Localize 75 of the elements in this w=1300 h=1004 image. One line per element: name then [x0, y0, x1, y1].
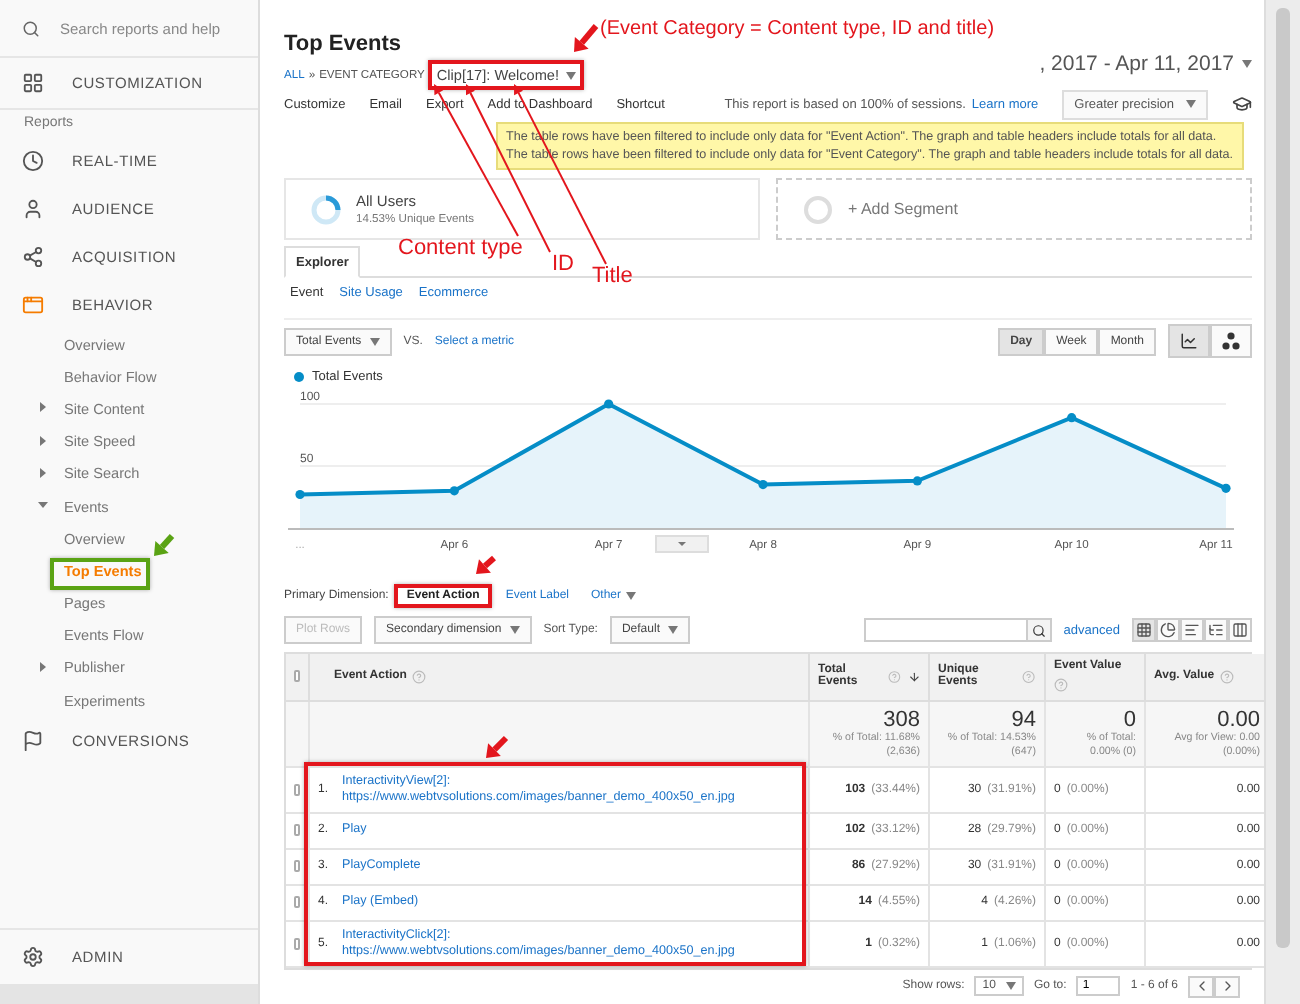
- help-icon[interactable]: [888, 669, 902, 684]
- pivot-view-button[interactable]: [1228, 618, 1252, 643]
- graduation-cap-icon[interactable]: [1232, 94, 1252, 115]
- caret-icon[interactable]: [38, 467, 48, 478]
- add-segment-card[interactable]: + Add Segment: [776, 178, 1252, 241]
- caret-icon: [667, 626, 678, 635]
- data-point: [295, 490, 305, 501]
- annotation-label: ID: [552, 254, 574, 276]
- bars-icon: [1184, 622, 1200, 639]
- total-value: 0: [1123, 708, 1136, 733]
- total-value: 308: [883, 708, 920, 733]
- table-view-button[interactable]: [1132, 618, 1156, 643]
- search-icon: [1031, 623, 1046, 638]
- caret-icon[interactable]: [38, 499, 48, 510]
- help-icon[interactable]: [1022, 669, 1036, 684]
- annotation-label: Title: [592, 266, 633, 288]
- callout-arrow: [486, 735, 509, 758]
- callout-arrow: [154, 534, 175, 556]
- annotation-text: (Event Category = Content type, ID and title): [600, 20, 995, 40]
- caret-icon: [565, 71, 576, 79]
- sort-arrow-icon: [907, 669, 920, 684]
- grid-icon: [1136, 622, 1152, 639]
- row-checkbox[interactable]: [294, 860, 300, 873]
- caret-icon: [1186, 100, 1196, 109]
- data-point: [1067, 413, 1077, 424]
- row-checkbox[interactable]: [294, 896, 300, 909]
- line-chart-button[interactable]: [1168, 324, 1210, 359]
- data-point: [604, 400, 614, 410]
- help-icon[interactable]: [1220, 669, 1235, 684]
- caret-icon[interactable]: [38, 661, 48, 672]
- dashboard-icon: [22, 72, 44, 94]
- settings-icon: [22, 946, 44, 968]
- line-chart-icon: [1180, 332, 1198, 351]
- data-point: [758, 480, 768, 491]
- list-tree-icon: [1208, 622, 1224, 639]
- add-segment-label: + Add Segment: [848, 200, 958, 219]
- resize-handle[interactable]: [655, 535, 709, 554]
- motion-chart-button[interactable]: [1210, 324, 1252, 359]
- help-icon[interactable]: [1054, 678, 1068, 693]
- total-value: 0.00: [1217, 708, 1260, 733]
- comparison-view-button[interactable]: [1204, 618, 1228, 643]
- bar-view-button[interactable]: [1180, 618, 1204, 643]
- pie-chart-icon: [1160, 622, 1176, 639]
- row-checkbox[interactable]: [294, 783, 300, 796]
- caret-icon: [625, 592, 636, 601]
- row-checkbox[interactable]: [294, 937, 300, 950]
- row-checkbox[interactable]: [294, 824, 300, 837]
- select-all-checkbox[interactable]: [294, 670, 300, 683]
- caret-icon: [369, 337, 380, 346]
- total-value: 94: [1011, 708, 1036, 733]
- caret-icon[interactable]: [38, 435, 48, 446]
- next-button[interactable]: [1214, 975, 1240, 998]
- page-title: Top Events: [284, 32, 401, 56]
- data-point: [449, 487, 459, 497]
- help-icon[interactable]: [412, 669, 427, 684]
- data-point: [1221, 484, 1231, 494]
- callout-arrow: [574, 24, 599, 52]
- caret-icon[interactable]: [38, 402, 48, 413]
- caret-icon: [509, 626, 520, 635]
- pie-view-button[interactable]: [1156, 618, 1180, 643]
- circle-icon: [802, 193, 834, 226]
- data-point: [912, 477, 922, 487]
- caret-icon: [1005, 982, 1016, 991]
- caret-icon: [1242, 59, 1252, 68]
- annotation-label: Content type: [398, 238, 523, 260]
- highlight-box: [50, 558, 150, 590]
- date-range[interactable]: , 2017 - Apr 11, 2017: [1039, 36, 1252, 91]
- columns-icon: [1232, 622, 1248, 639]
- dots-icon: [1222, 332, 1240, 351]
- segment-icon: [310, 193, 342, 226]
- table-search-field[interactable]: [863, 618, 1052, 643]
- scrollbar-thumb[interactable]: [1276, 8, 1290, 948]
- callout-arrow: [476, 555, 496, 574]
- search-icon: [22, 17, 40, 39]
- previous-button[interactable]: [1188, 975, 1214, 998]
